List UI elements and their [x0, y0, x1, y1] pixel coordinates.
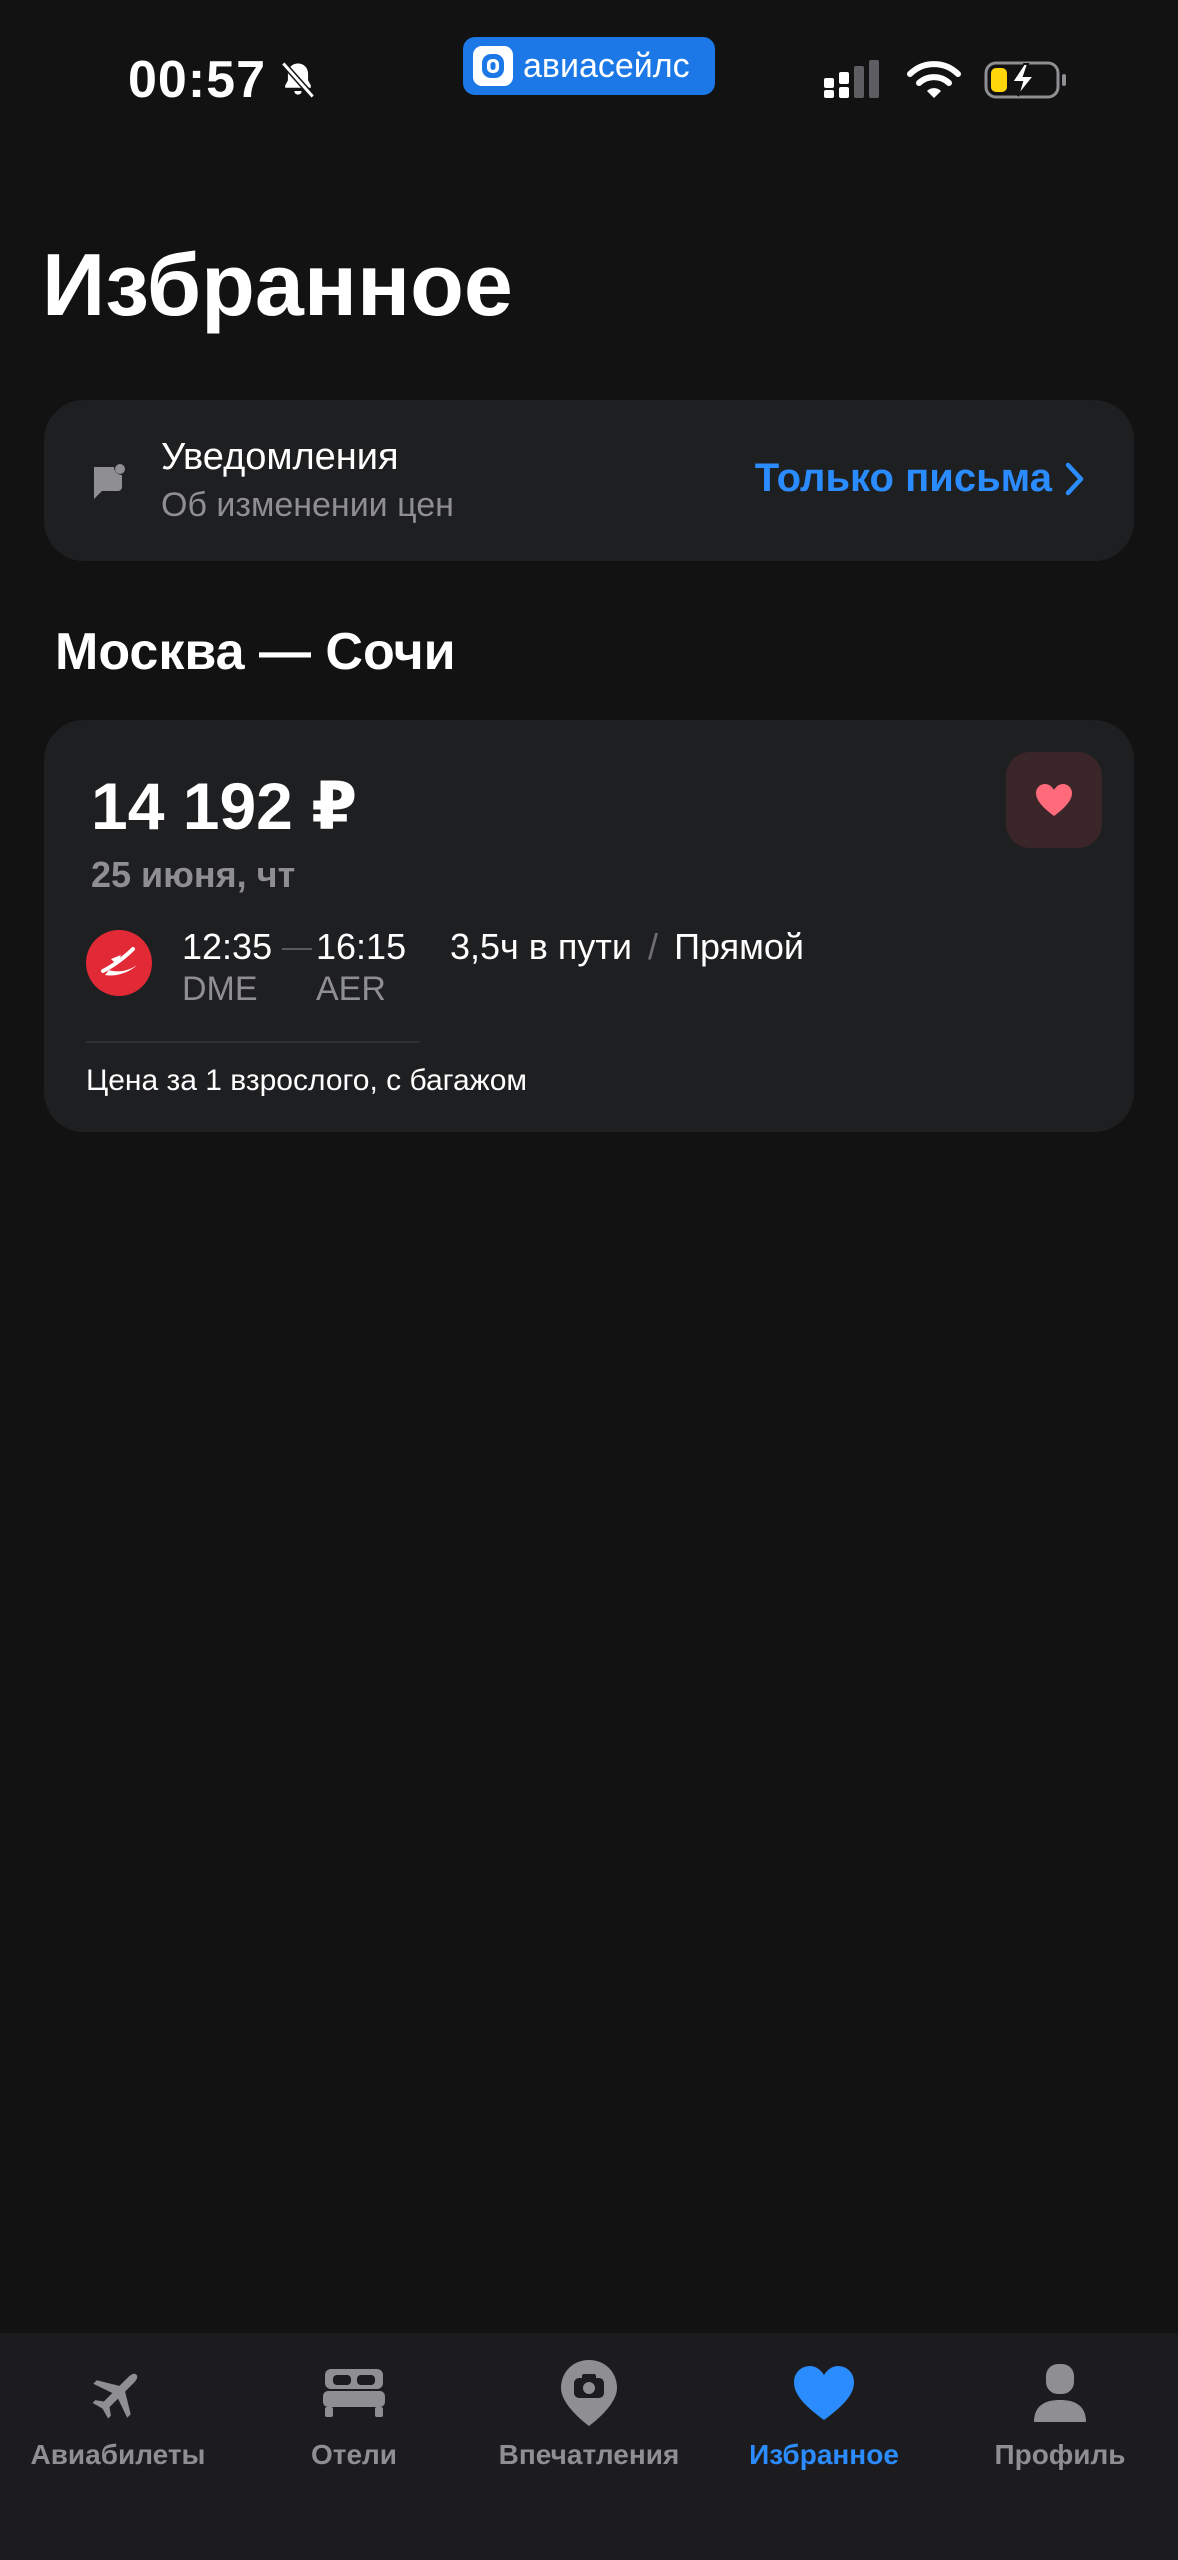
status-time: 00:57	[128, 50, 320, 110]
heart-icon	[1036, 784, 1072, 816]
page-title: Избранное	[42, 235, 513, 334]
notifications-title: Уведомления	[161, 436, 399, 478]
tab-flights-label: Авиабилеты	[30, 2439, 206, 2470]
tab-profile-label: Профиль	[994, 2439, 1126, 2470]
tab-favorites-label: Избранное	[749, 2439, 899, 2470]
price-note: Цена за 1 взрослого, с багажом	[86, 1064, 528, 1097]
notifications-subtitle: Об изменении цен	[161, 486, 454, 524]
tab-impressions[interactable]: Впечатления	[471, 2333, 707, 2483]
ticket-divider	[86, 1041, 420, 1043]
trip-separator: /	[648, 926, 659, 967]
heart-icon	[792, 2355, 856, 2431]
trip-stops: Прямой	[674, 926, 804, 967]
battery-charging-icon	[984, 61, 1066, 99]
person-icon	[1032, 2355, 1088, 2431]
arrival-airport-code: AER	[316, 970, 386, 1008]
chevron-right-icon	[1065, 462, 1084, 495]
airline-logo-icon	[86, 930, 152, 996]
route-title: Москва — Сочи	[55, 623, 456, 681]
bed-icon	[321, 2355, 387, 2431]
tab-profile[interactable]: Профиль	[942, 2333, 1178, 2483]
wifi-icon	[907, 61, 961, 98]
tab-bar: Авиабилеты Отели Впечатления Избранное П…	[0, 2333, 1178, 2560]
remove-favorite-button[interactable]	[1006, 752, 1102, 848]
cellular-signal-icon	[824, 60, 879, 98]
price-notifications-card[interactable]: Уведомления Об изменении цен Только пись…	[44, 400, 1134, 561]
status-time-text: 00:57	[128, 51, 266, 109]
tab-impressions-label: Впечатления	[498, 2439, 680, 2470]
location-camera-icon	[558, 2355, 620, 2431]
ticket-card[interactable]: 14 192 ₽ 25 июня, чт 12:35 16:15 DME AER…	[44, 720, 1134, 1132]
notifications-mode-link[interactable]: Только письма	[755, 456, 1086, 501]
plane-icon	[88, 2355, 148, 2431]
tab-favorites[interactable]: Избранное	[706, 2333, 942, 2483]
notifications-mode-label: Только письма	[754, 456, 1052, 500]
brand-badge[interactable]: авиасейлс	[463, 37, 715, 95]
trip-duration: 3,5ч в пути	[450, 926, 633, 967]
departure-time: 12:35	[182, 926, 273, 967]
ticket-date: 25 июня, чт	[91, 854, 296, 895]
brand-logo-icon	[473, 46, 513, 86]
tab-hotels[interactable]: Отели	[236, 2333, 472, 2483]
status-icons	[822, 60, 1068, 100]
notification-chat-icon	[88, 461, 128, 506]
tab-hotels-label: Отели	[310, 2439, 398, 2470]
tab-flights[interactable]: Авиабилеты	[0, 2333, 236, 2483]
status-bar: 00:57 авиасейлс	[0, 0, 1178, 160]
trip-info: 3,5ч в пути / Прямой	[450, 926, 804, 968]
departure-airport-code: DME	[182, 970, 258, 1008]
brand-name: авиасейлс	[523, 46, 690, 85]
arrival-time: 16:15	[316, 926, 407, 967]
bell-slash-icon	[281, 61, 315, 99]
ticket-price: 14 192 ₽	[91, 769, 358, 843]
time-dash	[282, 948, 312, 950]
